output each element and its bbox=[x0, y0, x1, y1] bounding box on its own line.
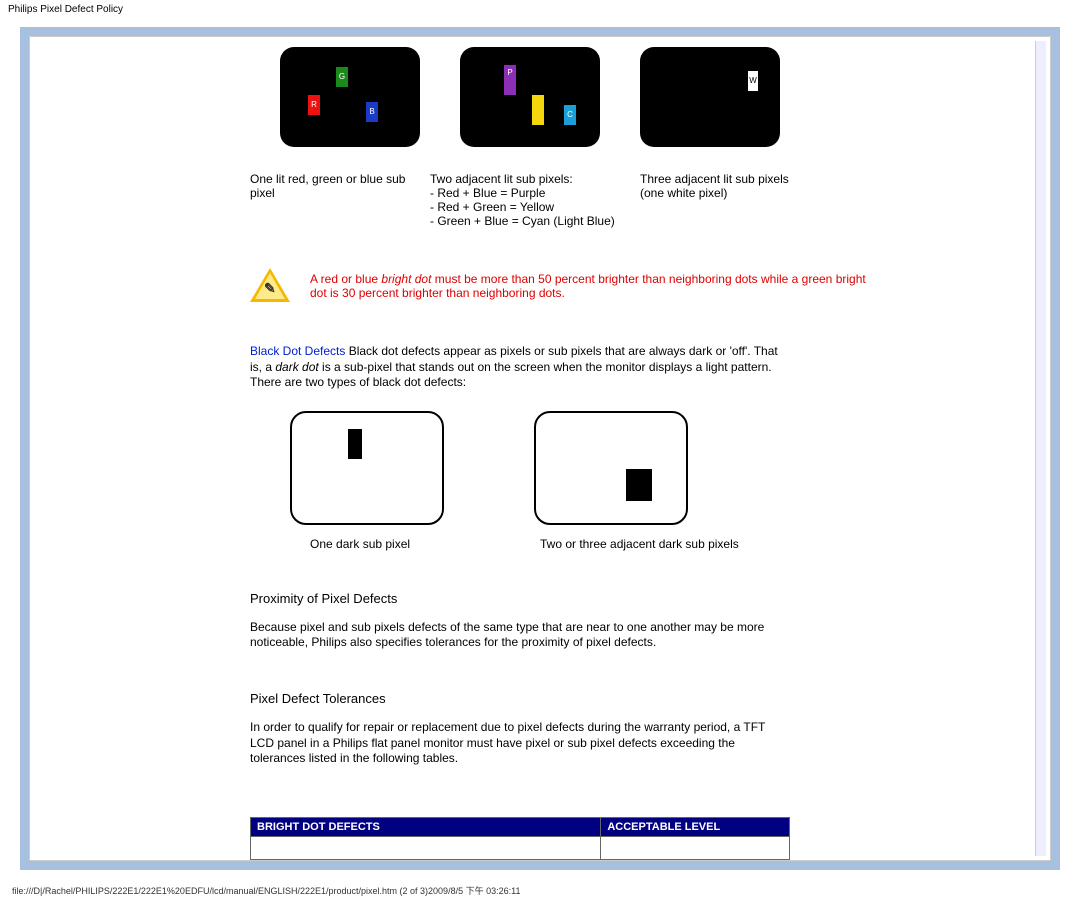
content-area: R G B P C W One lit red, green or blue s… bbox=[250, 37, 1030, 860]
caption-1: One lit red, green or blue sub pixel bbox=[250, 172, 420, 228]
illust-pyc: P C bbox=[460, 47, 600, 147]
warning-text: A red or blue bright dot must be more th… bbox=[310, 272, 870, 300]
warning-em: bright dot bbox=[381, 272, 431, 286]
caption-3-line2: (one white pixel) bbox=[640, 186, 727, 200]
dark-caption-1: One dark sub pixel bbox=[310, 537, 470, 551]
page-header: Philips Pixel Defect Policy bbox=[0, 0, 1080, 19]
caption-3-line1: Three adjacent lit sub pixels bbox=[640, 172, 789, 186]
subpixel-purple-icon: P bbox=[504, 65, 516, 95]
warning-icon: ✎ bbox=[250, 268, 290, 304]
proximity-text: Because pixel and sub pixels defects of … bbox=[250, 620, 790, 651]
caption-2-line1: Two adjacent lit sub pixels: bbox=[430, 172, 573, 186]
caption-2-line3: - Red + Green = Yellow bbox=[430, 200, 554, 214]
subpixel-yellow-icon bbox=[532, 95, 544, 125]
illust-dark-single bbox=[290, 411, 444, 525]
table-header-level: ACCEPTABLE LEVEL bbox=[601, 817, 790, 836]
dark-subpixel-icon bbox=[348, 429, 362, 459]
dark-caption-2: Two or three adjacent dark sub pixels bbox=[540, 537, 780, 551]
bright-caption-row: One lit red, green or blue sub pixel Two… bbox=[250, 172, 1030, 228]
black-dot-label: Black Dot Defects bbox=[250, 344, 345, 358]
caption-2-line2: - Red + Blue = Purple bbox=[430, 186, 545, 200]
subpixel-cyan-icon: C bbox=[564, 105, 576, 125]
subpixel-white-icon: W bbox=[748, 71, 758, 91]
illust-rgb: R G B bbox=[280, 47, 420, 147]
inner-frame: R G B P C W One lit red, green or blue s… bbox=[29, 36, 1051, 861]
dark-caption-row: One dark sub pixel Two or three adjacent… bbox=[310, 537, 1030, 551]
outer-frame: R G B P C W One lit red, green or blue s… bbox=[20, 27, 1060, 870]
dark-subpixels-icon bbox=[626, 469, 652, 501]
black-dot-para: Black Dot Defects Black dot defects appe… bbox=[250, 344, 790, 391]
illust-dark-multi bbox=[534, 411, 688, 525]
caption-2-line4: - Green + Blue = Cyan (Light Blue) bbox=[430, 214, 615, 228]
scrollbar-hint[interactable] bbox=[1035, 41, 1046, 856]
subpixel-blue-icon: B bbox=[366, 102, 378, 122]
warning-row: ✎ A red or blue bright dot must be more … bbox=[250, 268, 1030, 304]
black-dot-em: dark dot bbox=[275, 360, 318, 374]
dark-dot-illustrations bbox=[290, 411, 1030, 525]
bright-dot-defects-table: BRIGHT DOT DEFECTS ACCEPTABLE LEVEL bbox=[250, 817, 790, 860]
table-header-defects: BRIGHT DOT DEFECTS bbox=[251, 817, 601, 836]
caption-2: Two adjacent lit sub pixels: - Red + Blu… bbox=[430, 172, 630, 228]
footer-path: file:///D|/Rachel/PHILIPS/222E1/222E1%20… bbox=[0, 878, 1080, 903]
proximity-heading: Proximity of Pixel Defects bbox=[250, 591, 1030, 606]
tolerances-text: In order to qualify for repair or replac… bbox=[250, 720, 790, 767]
subpixel-green-icon: G bbox=[336, 67, 348, 87]
black-dot-text2: is a sub-pixel that stands out on the sc… bbox=[250, 360, 772, 390]
tolerances-heading: Pixel Defect Tolerances bbox=[250, 691, 1030, 706]
caption-3: Three adjacent lit sub pixels (one white… bbox=[640, 172, 820, 228]
subpixel-red-icon: R bbox=[308, 95, 320, 115]
bright-dot-illustrations: R G B P C W bbox=[280, 47, 1030, 147]
warning-pre: A red or blue bbox=[310, 272, 381, 286]
illust-white: W bbox=[640, 47, 780, 147]
